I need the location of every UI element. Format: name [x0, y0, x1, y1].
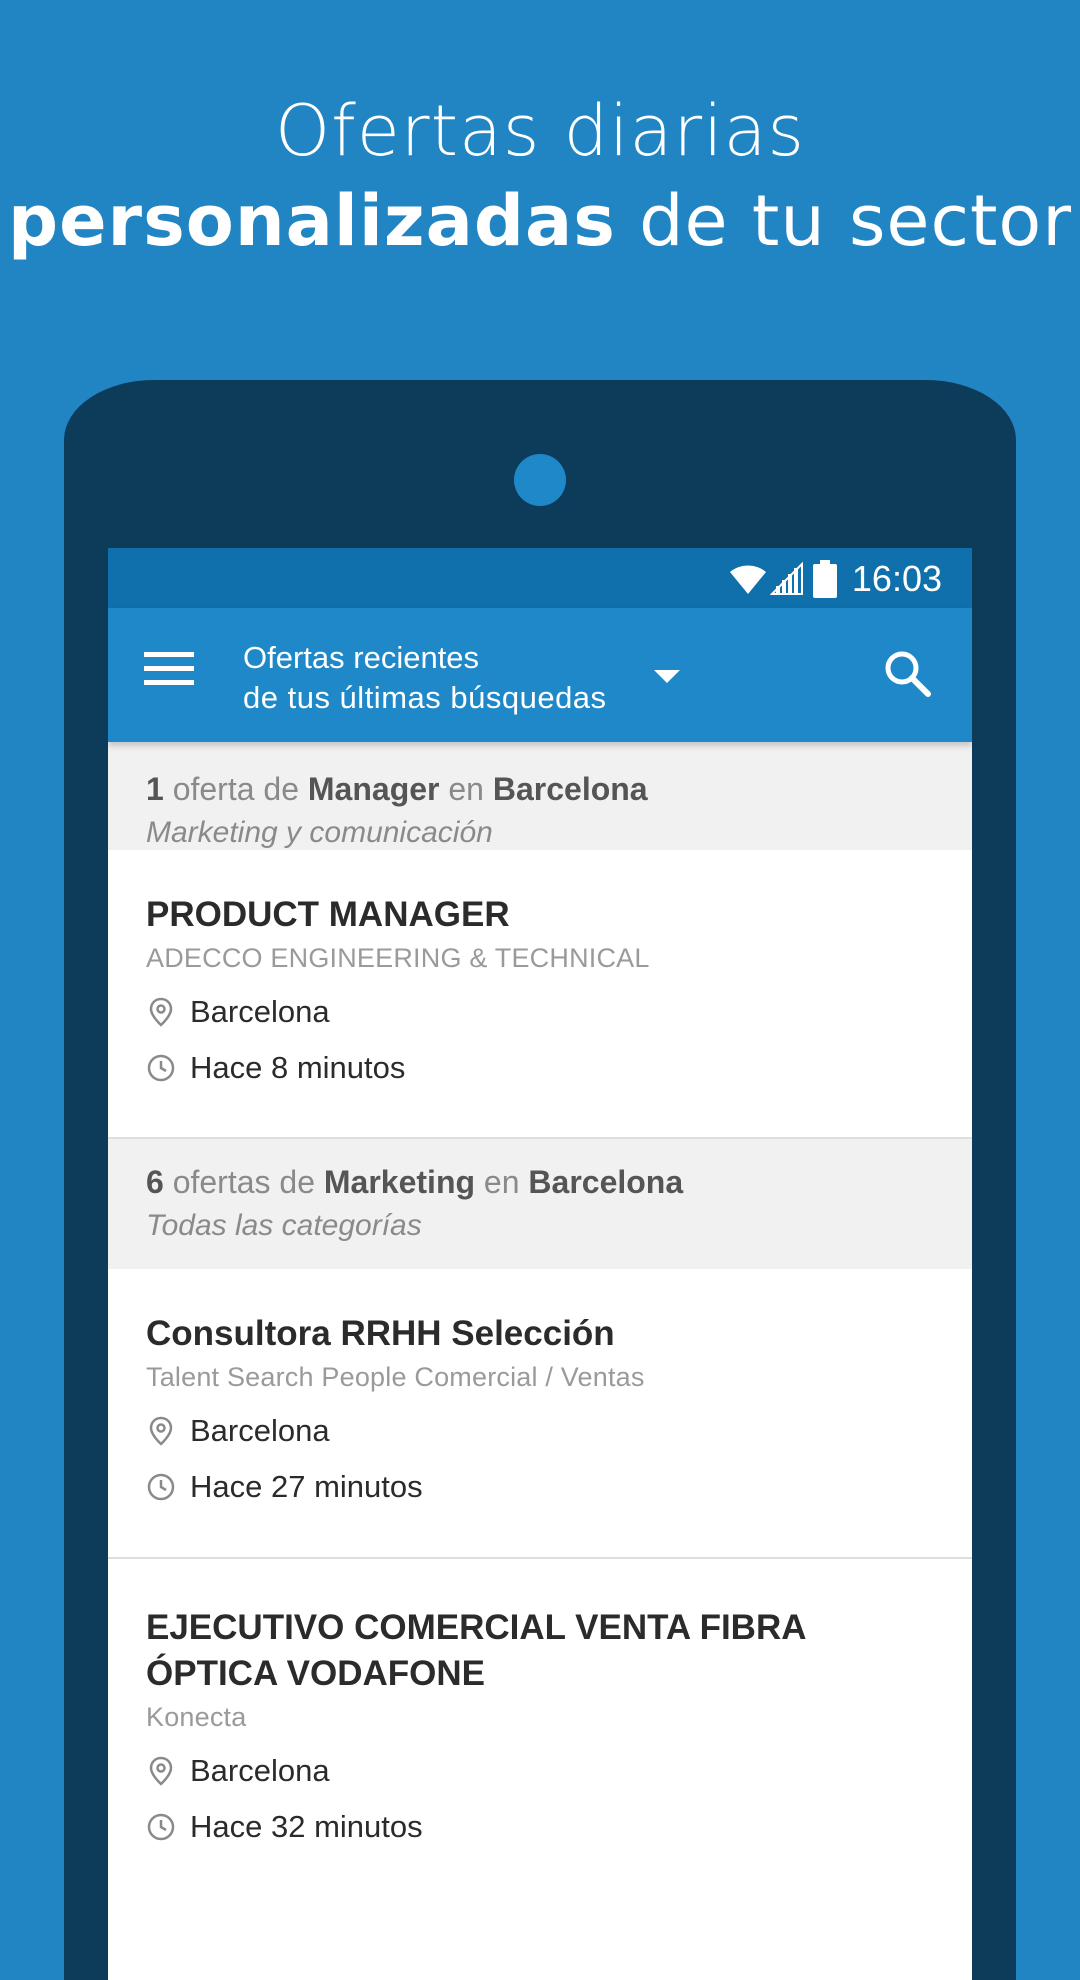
job-title: PRODUCT MANAGER — [146, 895, 510, 934]
job-time-row: Hace 8 minutos — [146, 1040, 934, 1096]
caret-down-icon[interactable] — [654, 670, 680, 683]
phone-camera — [514, 454, 566, 506]
job-company: ADECCO ENGINEERING & TECHNICAL — [146, 943, 650, 973]
clock-icon — [147, 1813, 175, 1841]
job-time-row: Hace 27 minutos — [146, 1459, 934, 1515]
location-pin-icon — [149, 1416, 173, 1446]
status-icons: 16:03 — [728, 558, 942, 600]
job-posted-time: Hace 32 minutos — [190, 1809, 423, 1844]
hamburger-menu-icon[interactable] — [144, 652, 194, 692]
job-company: Konecta — [146, 1702, 247, 1732]
job-posted-time: Hace 27 minutos — [190, 1469, 423, 1504]
search-group-category: Todas las categorías — [146, 1209, 422, 1242]
app-bar-title-group[interactable]: Ofertas recientes de tus últimas búsqued… — [243, 638, 607, 718]
job-time-row: Hace 32 minutos — [146, 1799, 934, 1855]
search-group-header[interactable]: 1 oferta de Manager en Barcelona Marketi… — [108, 742, 972, 850]
wifi-icon — [729, 565, 766, 594]
job-location-row: Barcelona — [146, 1743, 934, 1799]
app-bar-subtitle: de tus últimas búsquedas — [243, 680, 607, 715]
job-company: Talent Search People Comercial / Ventas — [146, 1362, 645, 1392]
phone-frame: 16:03 Ofertas recientes de tus últimas b… — [64, 380, 1016, 1980]
job-title: Consultora RRHH Selección — [146, 1314, 615, 1353]
status-bar: 16:03 — [108, 548, 972, 608]
search-group-header[interactable]: 6 ofertas de Marketing en Barcelona Toda… — [108, 1139, 972, 1269]
job-location: Barcelona — [190, 994, 330, 1029]
job-location: Barcelona — [190, 1413, 330, 1448]
signal-icon — [769, 562, 803, 595]
job-location: Barcelona — [190, 1753, 330, 1788]
headline-line-1: Ofertas diarias — [274, 90, 806, 172]
app-bar-title: Ofertas recientes — [243, 640, 480, 675]
clock-icon — [147, 1054, 175, 1082]
location-pin-icon — [149, 997, 173, 1027]
headline-rest: de tu sector — [615, 180, 1073, 262]
status-clock: 16:03 — [851, 558, 942, 599]
battery-icon — [812, 560, 837, 598]
job-card[interactable]: PRODUCT MANAGER ADECCO ENGINEERING & TEC… — [108, 850, 972, 1139]
job-card[interactable]: EJECUTIVO COMERCIAL VENTA FIBRA ÓPTICA V… — [108, 1559, 972, 1899]
headline-line-2: personalizadas de tu sector — [0, 176, 1080, 266]
search-group-summary: 1 oferta de Manager en Barcelona — [146, 771, 648, 807]
phone-screen: 16:03 Ofertas recientes de tus últimas b… — [108, 548, 972, 1980]
job-card[interactable]: Consultora RRHH Selección Talent Search … — [108, 1269, 972, 1559]
promo-headline: Ofertas diarias personalizadas de tu sec… — [0, 86, 1080, 266]
app-bar: Ofertas recientes de tus últimas búsqued… — [108, 608, 972, 742]
search-group-summary: 6 ofertas de Marketing en Barcelona — [146, 1164, 684, 1200]
job-posted-time: Hace 8 minutos — [190, 1050, 406, 1085]
search-icon[interactable] — [882, 648, 934, 700]
job-title: EJECUTIVO COMERCIAL VENTA FIBRA ÓPTICA V… — [146, 1608, 806, 1693]
location-pin-icon — [149, 1756, 173, 1786]
clock-icon — [147, 1473, 175, 1501]
job-location-row: Barcelona — [146, 984, 934, 1040]
headline-bold-word: personalizadas — [7, 180, 616, 262]
job-location-row: Barcelona — [146, 1403, 934, 1459]
